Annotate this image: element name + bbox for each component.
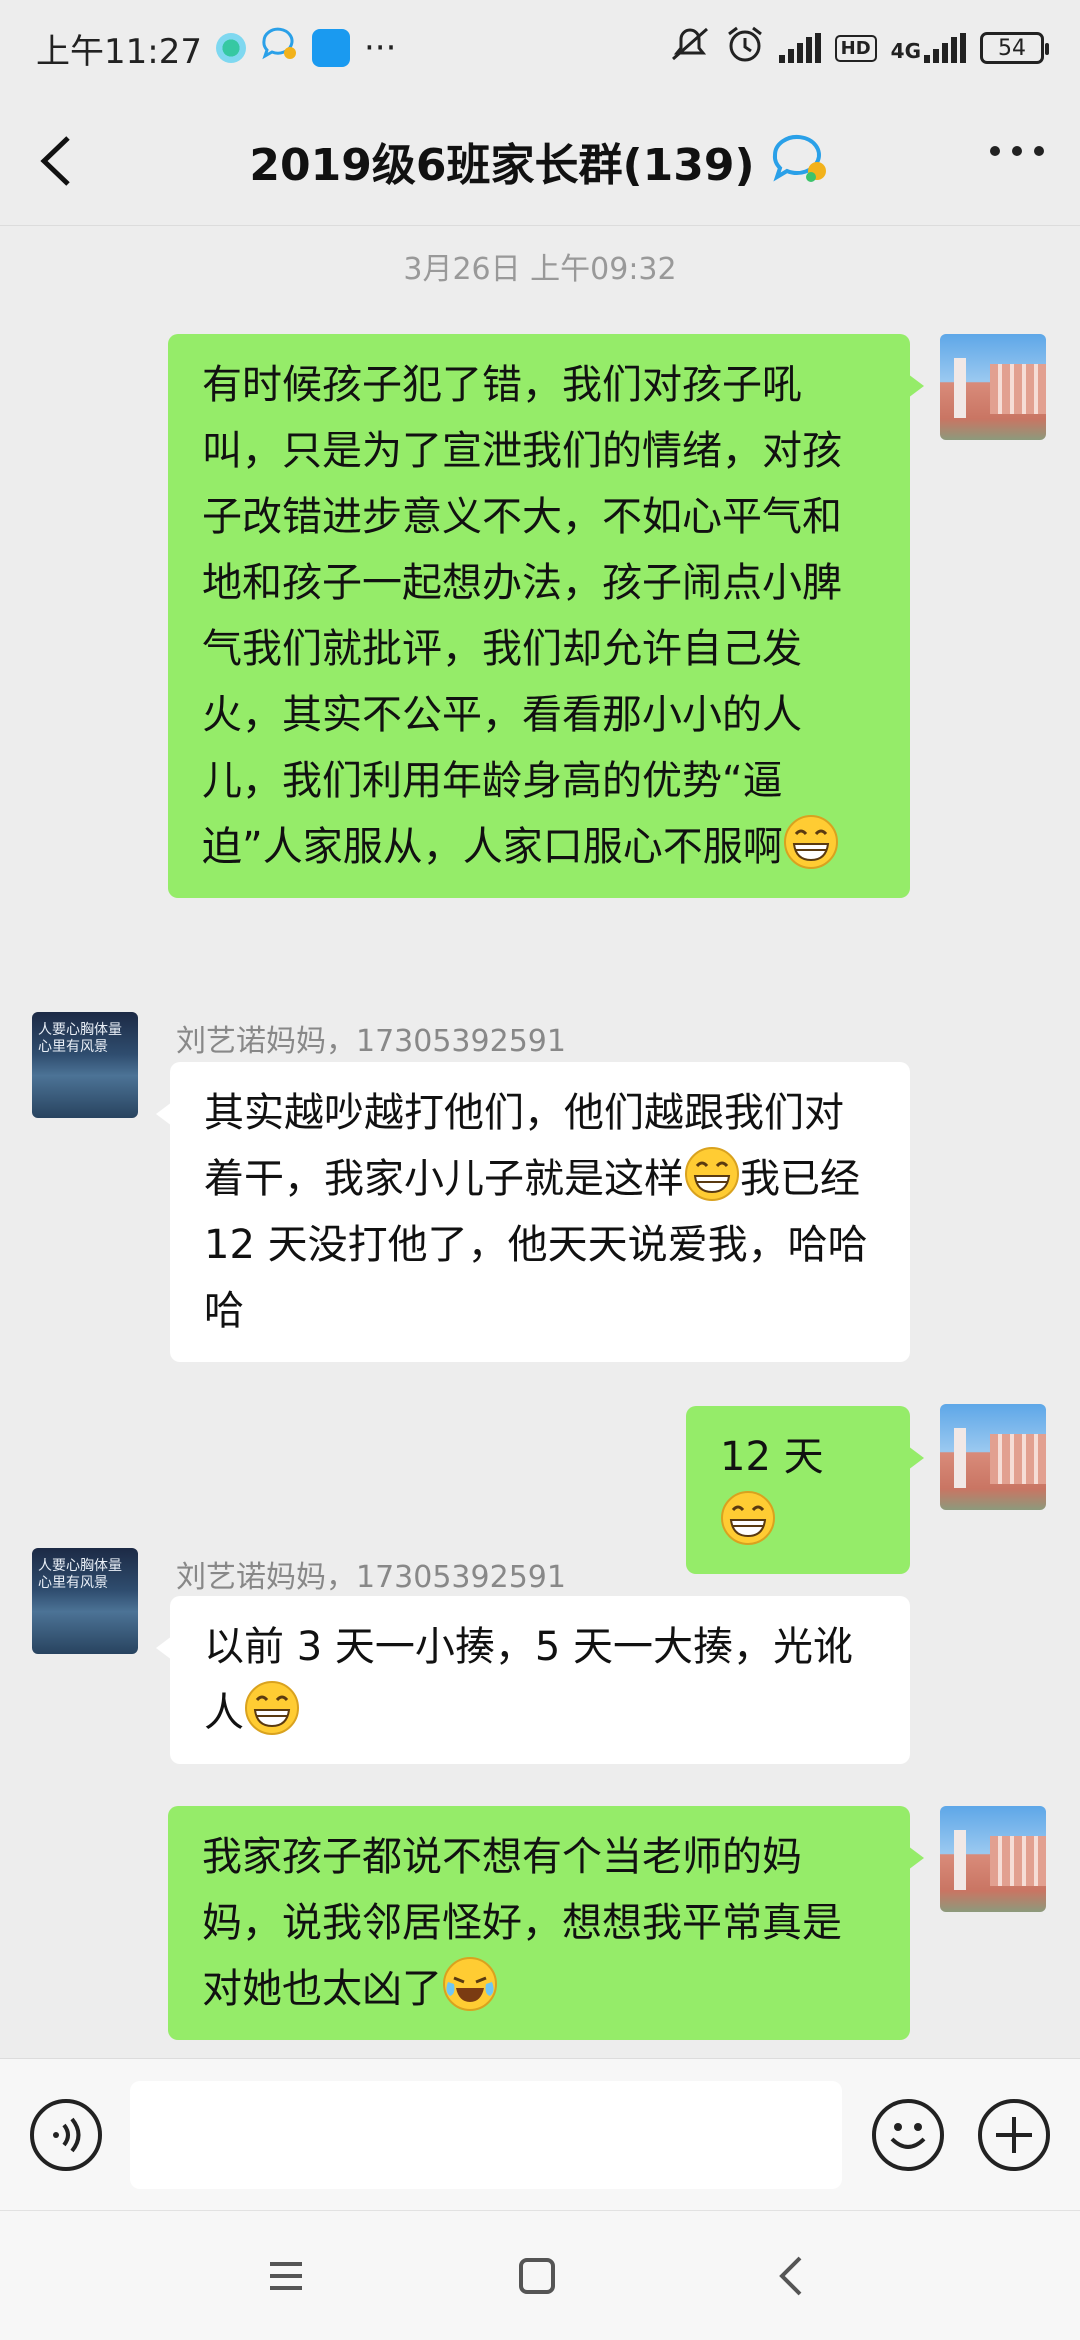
message-bubble-sent[interactable]: 12 天 bbox=[686, 1406, 924, 1574]
message-bubble-sent[interactable]: 我家孩子都说不想有个当老师的妈妈，说我邻居怪好，想想我平常真是对她也太凶了 bbox=[168, 1806, 924, 2040]
input-bar bbox=[0, 2058, 1080, 2210]
my-avatar[interactable] bbox=[940, 1806, 1046, 1912]
alarm-icon bbox=[725, 24, 765, 73]
message-timestamp: 3月26日 上午09:32 bbox=[403, 252, 677, 287]
message-text: 有时候孩子犯了错，我们对孩子吼叫，只是为了宣泄我们的情绪，对孩子改错进步意义不大… bbox=[202, 362, 842, 870]
battery-icon: 54 bbox=[980, 32, 1049, 64]
app-notification-icon bbox=[215, 33, 246, 63]
message-text: 我家孩子都说不想有个当老师的妈妈，说我邻居怪好，想想我平常真是对她也太凶了 bbox=[202, 1834, 842, 2012]
back-icon[interactable] bbox=[36, 134, 76, 188]
page-title: 2019级6班家长群(139) bbox=[249, 139, 755, 191]
message-input[interactable] bbox=[130, 2081, 842, 2189]
grin-emoji-icon bbox=[783, 814, 839, 870]
grin-emoji-icon bbox=[244, 1680, 300, 1736]
more-icon[interactable] bbox=[990, 146, 1044, 156]
mute-icon bbox=[669, 25, 711, 72]
grin-emoji-icon bbox=[684, 1146, 740, 1202]
battery-level: 54 bbox=[998, 35, 1026, 61]
laugh-cry-emoji-icon bbox=[442, 1956, 498, 2012]
signal-icon bbox=[778, 33, 821, 63]
my-avatar[interactable] bbox=[940, 1404, 1046, 1510]
voice-icon[interactable] bbox=[30, 2099, 102, 2171]
my-avatar[interactable] bbox=[940, 334, 1046, 440]
chat-header: 2019级6班家长群(139) bbox=[0, 96, 1080, 226]
sender-name: 刘艺诺妈妈，17305392591 bbox=[176, 1560, 566, 1595]
group-chat-icon bbox=[769, 133, 831, 189]
sender-name: 刘艺诺妈妈，17305392591 bbox=[176, 1024, 566, 1059]
network-type: 4G bbox=[891, 33, 966, 63]
sender-avatar[interactable]: 人要心胸体量 心里有风景 bbox=[32, 1548, 138, 1654]
message-bubble-received[interactable]: 以前 3 天一小揍，5 天一大揍，光讹人 bbox=[156, 1596, 910, 1764]
network-label: 4G bbox=[890, 39, 921, 63]
nav-back-icon[interactable] bbox=[778, 2255, 804, 2301]
homework-app-icon bbox=[311, 29, 350, 67]
system-nav-bar bbox=[0, 2210, 1080, 2340]
hd-icon: HD bbox=[834, 34, 877, 62]
signal-4g-icon bbox=[924, 33, 966, 63]
status-time: 上午11:27 bbox=[36, 31, 202, 72]
emoji-icon[interactable] bbox=[872, 2099, 944, 2171]
grin-emoji-icon bbox=[720, 1490, 776, 1546]
message-text: 12 天 bbox=[720, 1434, 824, 1480]
message-text: 以前 3 天一小揍，5 天一大揍，光讹人 bbox=[204, 1624, 854, 1736]
chat-notification-icon bbox=[260, 27, 298, 70]
home-icon[interactable] bbox=[518, 2257, 556, 2299]
status-bar: 上午11:27 ··· HD 4G 54 bbox=[0, 0, 1080, 96]
more-notifications: ··· bbox=[363, 28, 397, 68]
message-bubble-sent[interactable]: 有时候孩子犯了错，我们对孩子吼叫，只是为了宣泄我们的情绪，对孩子改错进步意义不大… bbox=[168, 334, 924, 898]
menu-icon[interactable] bbox=[268, 2261, 304, 2295]
plus-icon[interactable] bbox=[978, 2099, 1050, 2171]
message-bubble-received[interactable]: 其实越吵越打他们，他们越跟我们对着干，我家小儿子就是这样 我已经 12 天没打他了… bbox=[156, 1062, 910, 1362]
sender-avatar[interactable]: 人要心胸体量 心里有风景 bbox=[32, 1012, 138, 1118]
